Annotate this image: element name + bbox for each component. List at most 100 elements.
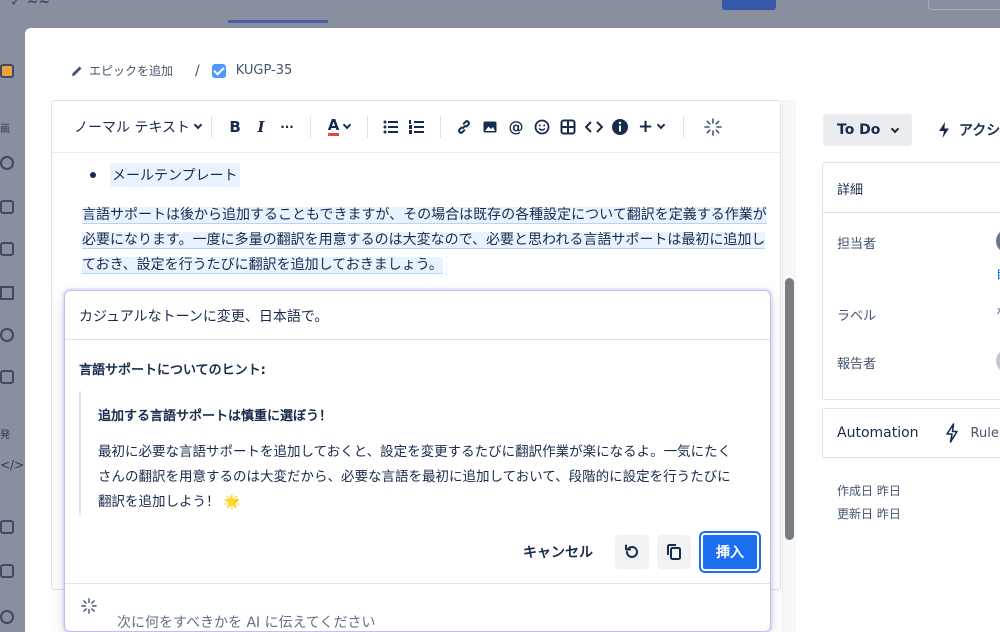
task-type-icon [211, 63, 226, 78]
labels-label: ラベル [837, 309, 877, 324]
info-panel-button[interactable] [607, 114, 633, 140]
bullet-list-icon [383, 120, 399, 133]
more-formatting-button[interactable]: ··· [274, 114, 300, 140]
automation-panel[interactable]: Automation Rule e [822, 408, 1000, 458]
code-block-button[interactable] [581, 114, 607, 140]
selected-paragraph: 言語サポートは後から追加することもできますが、その場合は既存の各種設定について翻… [82, 203, 772, 278]
background-create-button [722, 0, 776, 10]
ai-sparkle-icon [81, 598, 97, 614]
background-search-box [928, 0, 1000, 10]
details-panel: 詳細 担当者 自 ラベル な 報告者 [822, 162, 1000, 400]
add-epic-link[interactable]: エピックを追加 [89, 62, 173, 79]
text-color-button[interactable]: A [321, 114, 357, 140]
chevron-down-icon [656, 120, 666, 130]
actions-button[interactable]: アクシ [937, 120, 1000, 140]
background-header: ✓ ~~ [0, 0, 1000, 28]
scrollbar-thumb[interactable] [785, 278, 794, 540]
status-dropdown[interactable]: To Do [823, 114, 913, 146]
emoji-button[interactable] [529, 114, 555, 140]
toolbar-divider [683, 115, 685, 138]
automation-label: Automation [837, 425, 919, 441]
breadcrumb: エピックを追加 / KUGP-35 [71, 62, 292, 79]
code-icon [585, 120, 604, 133]
calendar-icon [0, 242, 14, 256]
lightning-icon [945, 423, 958, 443]
reporter-label: 報告者 [837, 357, 877, 372]
document-body[interactable]: メールテンプレート 言語サポートは後から追加することもできますが、その場合は既存… [82, 163, 772, 278]
insert-button[interactable]: 挿入 [701, 533, 759, 571]
bullet-list-button[interactable] [378, 114, 404, 140]
background-logo: ✓ ~~ [10, 0, 51, 10]
editor-toolbar: ノーマル テキスト B I ··· A @ + [52, 101, 780, 153]
breadcrumb-separator: / [195, 62, 200, 79]
cancel-button[interactable]: キャンセル [523, 542, 593, 562]
lightning-icon [939, 122, 949, 138]
ai-result-title: 言語サポートについてのヒント: [79, 363, 266, 378]
ai-actions: キャンセル 挿入 [523, 533, 759, 571]
toolbar-divider [310, 115, 312, 138]
list-icon [0, 286, 14, 300]
image-button[interactable] [477, 114, 503, 140]
ai-followup-input[interactable]: 次に何をすべきかを AI に伝えてください [117, 612, 376, 631]
goals-icon [0, 328, 14, 342]
reports-icon [0, 370, 14, 384]
chevron-down-icon [193, 120, 203, 130]
list-item: メールテンプレート [90, 163, 772, 187]
project-avatar-icon [0, 64, 14, 78]
pencil-icon [72, 66, 82, 76]
ai-quote-heading: 追加する言語サポートは慎重に選ぼう！ [98, 409, 333, 424]
issue-dates: 作成日 昨日 更新日 昨日 [837, 480, 901, 526]
copy-icon [667, 544, 681, 560]
avatar[interactable] [996, 349, 1000, 373]
scrollbar-track[interactable] [782, 100, 796, 632]
list-item-text: メールテンプレート [110, 163, 240, 187]
details-header[interactable]: 詳細 [823, 163, 1000, 213]
mention-button[interactable]: @ [503, 114, 529, 140]
italic-button[interactable]: I [248, 114, 274, 140]
link-button[interactable] [451, 114, 477, 140]
bullet-dot [90, 172, 96, 178]
settings-icon [0, 610, 14, 624]
paragraph-text: 言語サポートは後から追加することもできますが、その場合は既存の各種設定について翻… [82, 207, 767, 273]
background-sidebar: 画 発 </> [0, 28, 24, 632]
retry-button[interactable] [615, 535, 649, 569]
emoji-icon [534, 119, 550, 134]
roadmap-icon [0, 156, 14, 170]
ai-followup-bar[interactable]: 次に何をすべきかを AI に伝えてください [65, 583, 770, 631]
status-label: To Do [837, 122, 881, 138]
text-style-dropdown[interactable]: ノーマル テキスト [74, 117, 203, 137]
avatar[interactable] [996, 229, 1000, 253]
toolbar-divider [211, 115, 213, 138]
numbered-list-button[interactable] [404, 114, 430, 140]
text-color-icon: A [327, 116, 340, 136]
refresh-icon [625, 544, 638, 558]
add-shortcut-icon [0, 564, 14, 578]
background-active-tab-indicator [228, 20, 328, 23]
sidebar-section-label: 発 [0, 430, 10, 441]
image-icon [483, 121, 497, 132]
table-button[interactable] [555, 114, 581, 140]
info-icon [612, 118, 629, 135]
text-cursor [445, 256, 447, 274]
copy-button[interactable] [657, 535, 691, 569]
issue-modal: エピックを追加 / KUGP-35 ノーマル テキスト B I ··· A @ … [25, 28, 1000, 632]
ai-prompt-text: カジュアルなトーンに変更、日本語で。 [65, 291, 770, 340]
ai-quote-text: 最初に必要な言語サポートを追加しておくと、設定を変更するたびに翻訳作業が楽になる… [98, 444, 732, 510]
created-date: 作成日 昨日 [837, 484, 901, 498]
sidebar-section-label: 画 [0, 124, 10, 135]
table-icon [560, 119, 576, 134]
ai-button[interactable] [700, 114, 726, 140]
automation-rule-text: Rule e [970, 425, 1000, 441]
actions-label: アクシ [959, 123, 1000, 139]
ai-result-quote: 追加する言語サポートは慎重に選ぼう！ 最初に必要な言語サポートを追加しておくと、… [79, 391, 739, 515]
assign-to-me-link[interactable]: 自 [996, 265, 1000, 282]
insert-more-button[interactable]: + [633, 114, 669, 140]
link-icon [458, 119, 470, 134]
issue-key-link[interactable]: KUGP-35 [236, 63, 293, 78]
numbered-list-icon [409, 119, 425, 134]
ai-suggestion-panel: カジュアルなトーンに変更、日本語で。 言語サポートについてのヒント: 追加する言… [64, 290, 771, 632]
ai-sparkle-icon [704, 117, 722, 136]
labels-value[interactable]: な [996, 303, 1000, 320]
code-icon: </> [0, 458, 25, 472]
bold-button[interactable]: B [222, 114, 248, 140]
